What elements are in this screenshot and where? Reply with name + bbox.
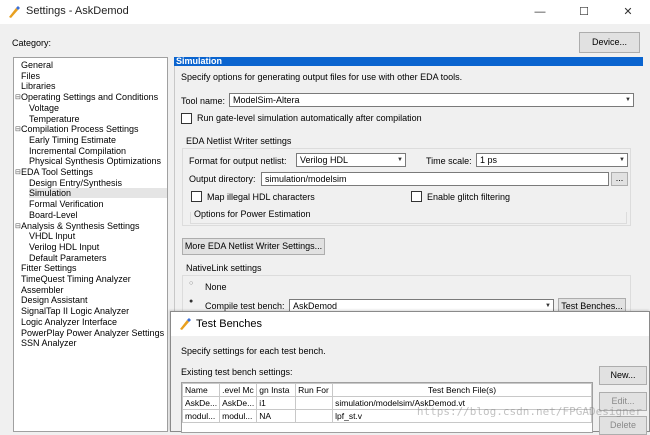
run-gate-level-checkbox[interactable] (181, 113, 192, 124)
format-label: Format for output netlist: (189, 156, 287, 166)
window-title: Settings - AskDemod (26, 5, 129, 17)
tree-item[interactable]: Early Timing Estimate (29, 135, 116, 145)
tree-item[interactable]: Libraries (21, 81, 56, 91)
tree-item[interactable]: VHDL Input (29, 231, 75, 241)
tree-item[interactable]: Temperature (29, 114, 80, 124)
chevron-down-icon: ▼ (397, 157, 403, 163)
tree-item[interactable]: Voltage (29, 103, 59, 113)
map-illegal-label: Map illegal HDL characters (207, 192, 315, 202)
collapse-icon[interactable]: ⊟ (15, 93, 21, 101)
tool-name-combo[interactable]: ModelSim-Altera ▼ (229, 93, 634, 107)
device-button[interactable]: Device... (579, 32, 640, 53)
map-illegal-checkbox[interactable] (191, 191, 202, 202)
nativelink-group-title: NativeLink settings (186, 263, 262, 273)
dialog-title: Test Benches (196, 318, 263, 330)
watermark-text: https://blog.csdn.net/FPGADesigner (416, 405, 642, 418)
tree-item[interactable]: Board-Level (29, 210, 78, 220)
chevron-down-icon: ▼ (619, 157, 625, 163)
power-group (190, 212, 627, 224)
panel-header: Simulation (174, 57, 643, 66)
netlist-group-title: EDA Netlist Writer settings (186, 136, 292, 146)
minimize-button[interactable]: — (518, 0, 562, 24)
category-label: Category: (12, 38, 52, 48)
window-title-bar: Settings - AskDemod — ☐ ✕ (0, 0, 650, 24)
tool-name-value: ModelSim-Altera (233, 95, 300, 105)
tree-item[interactable]: General (21, 60, 53, 70)
quartus-app-icon (9, 6, 20, 18)
table-cell: modul... (219, 409, 258, 423)
tree-item[interactable]: Physical Synthesis Optimizations (29, 156, 161, 166)
tree-item[interactable]: Default Parameters (29, 253, 107, 263)
tree-item[interactable]: SSN Analyzer (21, 338, 77, 348)
tree-item[interactable]: Simulation (29, 188, 167, 199)
tree-item[interactable]: Logic Analyzer Interface (21, 317, 117, 327)
delete-button[interactable]: Delete (599, 416, 647, 435)
table-cell: i1 (256, 396, 297, 410)
dialog-title-bar: Test Benches (171, 312, 649, 336)
quartus-app-icon (180, 318, 191, 330)
enable-glitch-label: Enable glitch filtering (427, 192, 511, 202)
tree-item[interactable]: Files (21, 71, 40, 81)
tree-item[interactable]: EDA Tool Settings (21, 167, 93, 177)
time-scale-value: 1 ps (480, 155, 498, 165)
tree-item[interactable]: Design Assistant (21, 295, 88, 305)
time-scale-label: Time scale: (426, 156, 472, 166)
enable-glitch-checkbox[interactable] (411, 191, 422, 202)
column-header[interactable]: gn Insta (256, 383, 297, 397)
tree-item[interactable]: Operating Settings and Conditions (21, 92, 158, 102)
collapse-icon[interactable]: ⊟ (15, 168, 21, 176)
close-button[interactable]: ✕ (606, 0, 650, 24)
table-cell (295, 396, 334, 410)
dialog-description: Specify settings for each test bench. (181, 346, 326, 356)
tree-item[interactable]: PowerPlay Power Analyzer Settings (21, 328, 164, 338)
tree-item[interactable]: Formal Verification (29, 199, 104, 209)
table-cell: NA (256, 409, 297, 423)
tree-item[interactable]: Verilog HDL Input (29, 242, 99, 252)
run-gate-level-label: Run gate-level simulation automatically … (197, 113, 422, 123)
chevron-down-icon: ▼ (625, 97, 631, 103)
table-cell: AskDe... (182, 396, 221, 410)
compile-tb-label: Compile test bench: (205, 301, 285, 311)
output-dir-input[interactable]: simulation/modelsim (261, 172, 609, 186)
tree-item[interactable]: Compilation Process Settings (21, 124, 139, 134)
category-tree[interactable]: General Files Libraries ⊟ Operating Settings… (13, 57, 168, 432)
panel-description: Specify options for generating output fi… (181, 72, 463, 82)
more-netlist-settings-button[interactable]: More EDA Netlist Writer Settings... (182, 238, 325, 255)
column-header[interactable]: Name (182, 383, 221, 397)
maximize-button[interactable]: ☐ (562, 0, 606, 24)
none-label: None (205, 282, 227, 292)
column-header[interactable]: Test Bench File(s) (332, 383, 592, 397)
tool-name-label: Tool name: (181, 96, 226, 106)
none-radio[interactable]: ○ (189, 280, 193, 287)
tree-item[interactable]: Assembler (21, 285, 64, 295)
browse-button[interactable]: ... (611, 172, 628, 186)
tree-item[interactable]: Incremental Compilation (29, 146, 126, 156)
table-cell: modul... (182, 409, 221, 423)
compile-tb-radio[interactable]: ● (189, 298, 193, 305)
format-value: Verilog HDL (300, 155, 349, 165)
table-cell: AskDe... (219, 396, 258, 410)
column-header[interactable]: Run For (295, 383, 334, 397)
tree-item[interactable]: SignalTap II Logic Analyzer (21, 306, 129, 316)
compile-tb-value: AskDemod (293, 301, 338, 311)
table-cell (295, 409, 334, 423)
column-header[interactable]: .evel Mc (219, 383, 258, 397)
new-button[interactable]: New... (599, 366, 647, 385)
collapse-icon[interactable]: ⊟ (15, 222, 21, 230)
format-combo[interactable]: Verilog HDL ▼ (296, 153, 406, 167)
existing-settings-label: Existing test bench settings: (181, 367, 293, 377)
collapse-icon[interactable]: ⊟ (15, 125, 21, 133)
tree-item[interactable]: Fitter Settings (21, 263, 77, 273)
output-dir-label: Output directory: (189, 174, 256, 184)
tree-item[interactable]: Analysis & Synthesis Settings (21, 221, 140, 231)
time-scale-combo[interactable]: 1 ps ▼ (476, 153, 628, 167)
tree-item[interactable]: Design Entry/Synthesis (29, 178, 122, 188)
tree-item[interactable]: TimeQuest Timing Analyzer (21, 274, 131, 284)
